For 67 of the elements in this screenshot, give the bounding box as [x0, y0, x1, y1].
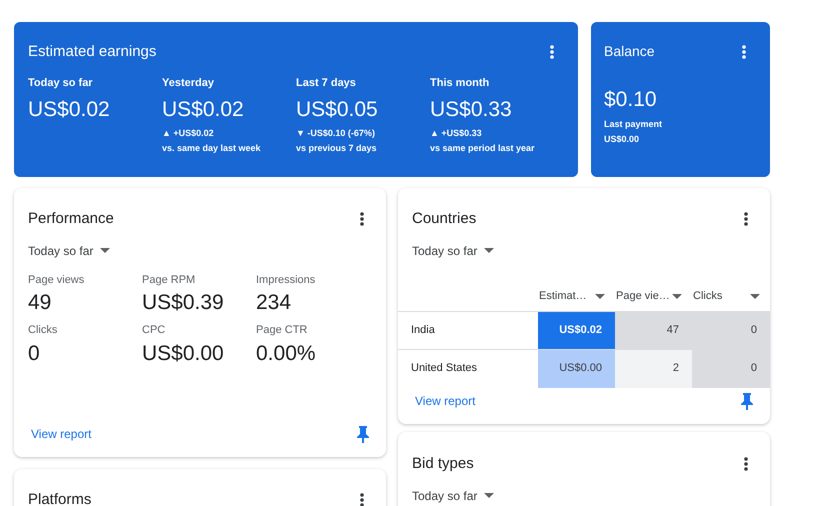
metric-label: Impressions: [256, 272, 316, 288]
more-icon: [744, 212, 748, 226]
column-header[interactable]: Clicks: [692, 288, 770, 304]
caret-icon: [100, 248, 110, 253]
country-name: India: [410, 322, 436, 338]
view-report-link[interactable]: View report: [415, 392, 476, 410]
column-header[interactable]: Estimat…: [538, 288, 615, 304]
comparison-text: vs same period last year: [430, 142, 536, 155]
caret-icon: [672, 294, 682, 298]
heatmap-cell: US$0.00: [538, 350, 615, 388]
comparison-text: vs. same day last week: [162, 142, 262, 155]
heatmap-cell: US$0.02: [538, 312, 615, 348]
range-dropdown[interactable]: Today so far: [412, 486, 494, 504]
heatmap-cell: 47: [615, 312, 692, 348]
card-title: Estimated earnings: [28, 42, 156, 62]
pin-button[interactable]: [740, 392, 754, 410]
more-icon: [550, 45, 554, 60]
earnings-value: US$0.02: [162, 97, 245, 123]
last-payment-label: Last payment: [604, 118, 664, 131]
metric-label: Clicks: [28, 323, 58, 338]
balance-value: $0.10: [604, 87, 658, 113]
caret-icon: [750, 294, 760, 298]
heatmap-cell: 0: [692, 312, 770, 348]
metric-label: Page views: [28, 272, 86, 288]
pin-button[interactable]: [356, 425, 370, 443]
card-title: Bid types: [412, 454, 474, 474]
caret-icon: [484, 248, 494, 253]
period-label: This month: [430, 76, 490, 90]
metric-value: 234: [256, 290, 292, 316]
comparison-text: vs previous 7 days: [296, 142, 378, 155]
metric-label: CPC: [142, 323, 166, 338]
period-label: Today so far: [28, 76, 94, 90]
pin-icon: [357, 426, 369, 442]
range-dropdown[interactable]: Today so far: [28, 242, 370, 260]
heatmap-cell: 0: [692, 350, 770, 388]
pin-icon: [741, 392, 753, 410]
change-text: ▲ +US$0.02: [162, 127, 215, 140]
metric-value: 49: [28, 290, 52, 316]
more-icon: [744, 457, 748, 472]
range-dropdown[interactable]: Today so far: [412, 242, 494, 260]
earnings-value: US$0.02: [28, 97, 111, 123]
metric-value: US$0.39: [142, 290, 225, 316]
country-name: United States: [410, 361, 478, 376]
metric-value: 0: [28, 340, 41, 366]
caret-icon: [484, 493, 494, 498]
view-report-link[interactable]: View report: [31, 425, 92, 443]
change-text: ▼ -US$0.10 (-67%): [296, 127, 376, 140]
card-title: Performance: [28, 209, 114, 229]
period-label: Last 7 days: [296, 76, 357, 90]
card-title: Platforms: [28, 490, 92, 506]
earnings-value: US$0.05: [296, 97, 379, 123]
earnings-value: US$0.33: [430, 97, 513, 123]
metric-value: 0.00%: [256, 340, 317, 366]
period-label: Yesterday: [162, 76, 215, 90]
metric-label: Page RPM: [142, 272, 196, 288]
metric-value: US$0.00: [142, 340, 225, 366]
card-title: Balance: [604, 42, 655, 61]
card-title: Countries: [412, 209, 476, 229]
column-header[interactable]: Page vie…: [615, 288, 692, 304]
more-icon: [360, 212, 364, 226]
caret-icon: [595, 294, 605, 298]
more-icon: [360, 493, 364, 506]
more-icon: [742, 44, 746, 58]
heatmap-cell: 2: [615, 350, 692, 388]
metric-label: Page CTR: [256, 323, 308, 338]
last-payment-value: US$0.00: [604, 132, 640, 146]
change-text: ▲ +US$0.33: [430, 127, 483, 140]
